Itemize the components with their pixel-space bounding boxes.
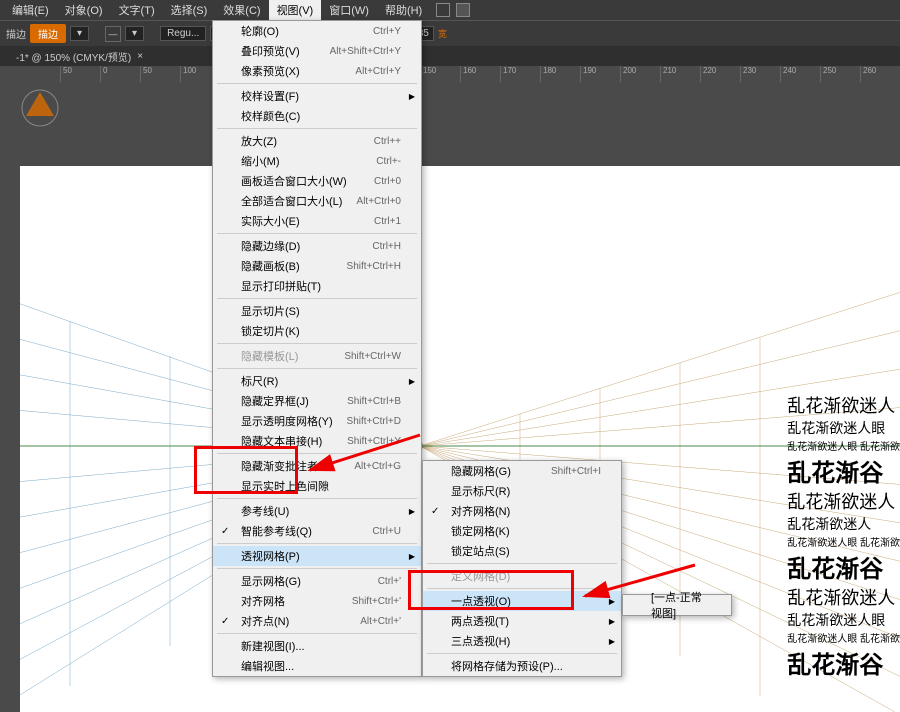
brush-icon[interactable]: — — [105, 26, 121, 42]
menubar: 编辑(E) 对象(O) 文字(T) 选择(S) 效果(C) 视图(V) 窗口(W… — [0, 0, 900, 20]
menu-select[interactable]: 选择(S) — [163, 0, 216, 20]
perspective-submenu-item[interactable]: 三点透视(H)▶ — [423, 631, 621, 651]
layout-icon[interactable] — [436, 3, 450, 17]
perspective-submenu-item[interactable]: 隐藏网格(G)Shift+Ctrl+I — [423, 461, 621, 481]
art-text-line: 乱花渐欲迷人眼 乱花渐欲 — [787, 438, 900, 453]
view-menu-item[interactable]: ✓智能参考线(Q)Ctrl+U — [213, 521, 421, 541]
art-text-line: 乱花渐欲迷人 — [787, 488, 900, 514]
view-menu-item[interactable]: 锁定切片(K) — [213, 321, 421, 341]
art-text-line: 乱花渐欲迷人 — [787, 584, 900, 610]
view-menu-item[interactable]: 校样颜色(C) — [213, 106, 421, 126]
art-text-line: 乱花渐谷 — [787, 453, 900, 488]
view-menu-item[interactable]: 画板适合窗口大小(W)Ctrl+0 — [213, 171, 421, 191]
view-menu-item[interactable]: ✓对齐点(N)Alt+Ctrl+' — [213, 611, 421, 631]
view-menu-item[interactable]: 隐藏文本串接(H)Shift+Ctrl+Y — [213, 431, 421, 451]
view-menu-item[interactable]: 实际大小(E)Ctrl+1 — [213, 211, 421, 231]
stroke-label: 描边 — [6, 26, 26, 41]
close-icon[interactable]: × — [137, 51, 143, 62]
tab-title: -1* @ 150% (CMYK/预览) — [16, 49, 131, 64]
view-menu-dropdown: 轮廓(O)Ctrl+Y叠印预览(V)Alt+Shift+Ctrl+Y像素预览(X… — [212, 20, 422, 677]
control-toolbar: 描边 描边 ▾ — ▾ Regu... ▾ 搜索 ≡ ≡ ≡ ▦ ⊞ X: 24… — [0, 20, 900, 46]
font-style[interactable]: Regu... — [160, 26, 206, 41]
one-point-submenu: [一点-正常视图] — [622, 594, 732, 616]
menu-window[interactable]: 窗口(W) — [321, 0, 377, 20]
view-menu-item[interactable]: 叠印预览(V)Alt+Shift+Ctrl+Y — [213, 41, 421, 61]
view-menu-item[interactable]: 编辑视图... — [213, 656, 421, 676]
perspective-grid-submenu: 隐藏网格(G)Shift+Ctrl+I显示标尺(R)✓对齐网格(N)锁定网格(K… — [422, 460, 622, 677]
view-menu-item[interactable]: 标尺(R)▶ — [213, 371, 421, 391]
menu-view[interactable]: 视图(V) — [269, 0, 322, 20]
view-menu-item[interactable]: 缩小(M)Ctrl+- — [213, 151, 421, 171]
document-tabs: -1* @ 150% (CMYK/预览) × — [0, 46, 900, 66]
view-menu-item[interactable]: 隐藏模板(L)Shift+Ctrl+W — [213, 346, 421, 366]
view-menu-item[interactable]: 隐藏定界框(J)Shift+Ctrl+B — [213, 391, 421, 411]
menu-effect[interactable]: 效果(C) — [215, 0, 268, 20]
y-label: 宽 — [438, 27, 447, 40]
menu-object[interactable]: 对象(O) — [57, 0, 111, 20]
view-menu-item[interactable]: 轮廓(O)Ctrl+Y — [213, 21, 421, 41]
view-menu-item[interactable]: 透视网格(P)▶ — [213, 546, 421, 566]
stroke-button[interactable]: 描边 — [30, 24, 66, 43]
perspective-submenu-item[interactable]: 一点透视(O)▶ — [423, 591, 621, 611]
perspective-submenu-item[interactable]: 将网格存储为预设(P)... — [423, 656, 621, 676]
view-menu-item[interactable]: 隐藏画板(B)Shift+Ctrl+H — [213, 256, 421, 276]
menu-help[interactable]: 帮助(H) — [377, 0, 430, 20]
view-menu-item[interactable]: 显示切片(S) — [213, 301, 421, 321]
view-menu-item[interactable]: 对齐网格Shift+Ctrl+' — [213, 591, 421, 611]
view-menu-item[interactable]: 校样设置(F)▶ — [213, 86, 421, 106]
art-text-line: 乱花渐谷 — [787, 549, 900, 584]
sample-text-block: 乱花渐欲迷人乱花渐欲迷人眼乱花渐欲迷人眼 乱花渐欲乱花渐谷乱花渐欲迷人乱花渐欲迷… — [787, 392, 900, 680]
view-menu-item[interactable]: 隐藏渐变批注者Alt+Ctrl+G — [213, 456, 421, 476]
perspective-submenu-item[interactable]: 两点透视(T)▶ — [423, 611, 621, 631]
art-text-line: 乱花渐谷 — [787, 645, 900, 680]
stroke-weight[interactable]: ▾ — [70, 26, 89, 41]
menu-edit[interactable]: 编辑(E) — [4, 0, 57, 20]
perspective-submenu-item[interactable]: ✓对齐网格(N) — [423, 501, 621, 521]
perspective-submenu-item[interactable]: 定义网格(D) — [423, 566, 621, 586]
brush-select[interactable]: ▾ — [125, 26, 144, 41]
view-menu-item[interactable]: 显示网格(G)Ctrl+' — [213, 571, 421, 591]
view-menu-item[interactable]: 全部适合窗口大小(L)Alt+Ctrl+0 — [213, 191, 421, 211]
art-text-line: 乱花渐欲迷人眼 乱花渐欲 — [787, 630, 900, 645]
art-text-line: 乱花渐欲迷人 — [787, 514, 900, 534]
perspective-submenu-item[interactable]: 锁定站点(S) — [423, 541, 621, 561]
perspective-widget[interactable] — [20, 88, 60, 128]
one-point-submenu-item[interactable]: [一点-正常视图] — [623, 595, 731, 615]
workspace-icon[interactable] — [456, 3, 470, 17]
art-text-line: 乱花渐欲迷人眼 — [787, 610, 900, 630]
perspective-submenu-item[interactable]: 显示标尺(R) — [423, 481, 621, 501]
horizontal-ruler: 5005010010011012013014015016017018019020… — [0, 66, 900, 82]
view-menu-item[interactable]: 像素预览(X)Alt+Ctrl+Y — [213, 61, 421, 81]
view-menu-item[interactable]: 显示实时上色间隙 — [213, 476, 421, 496]
document-tab[interactable]: -1* @ 150% (CMYK/预览) × — [6, 47, 153, 66]
menu-type[interactable]: 文字(T) — [111, 0, 163, 20]
perspective-submenu-item[interactable]: 锁定网格(K) — [423, 521, 621, 541]
view-menu-item[interactable]: 新建视图(I)... — [213, 636, 421, 656]
view-menu-item[interactable]: 显示透明度网格(Y)Shift+Ctrl+D — [213, 411, 421, 431]
art-text-line: 乱花渐欲迷人眼 — [787, 418, 900, 438]
view-menu-item[interactable]: 隐藏边缘(D)Ctrl+H — [213, 236, 421, 256]
art-text-line: 乱花渐欲迷人 — [787, 392, 900, 418]
view-menu-item[interactable]: 显示打印拼贴(T) — [213, 276, 421, 296]
view-menu-item[interactable]: 参考线(U)▶ — [213, 501, 421, 521]
art-text-line: 乱花渐欲迷人眼 乱花渐欲 — [787, 534, 900, 549]
view-menu-item[interactable]: 放大(Z)Ctrl++ — [213, 131, 421, 151]
